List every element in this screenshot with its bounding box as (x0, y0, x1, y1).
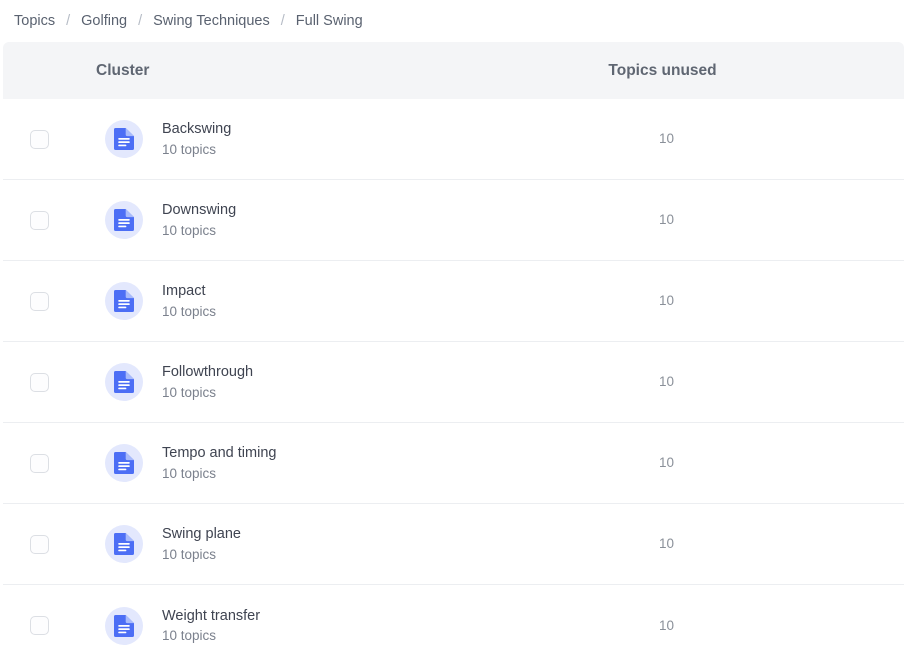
document-icon (105, 444, 143, 482)
cluster-name: Followthrough (162, 364, 254, 381)
breadcrumb-separator: / (138, 12, 143, 29)
row-topics-unused-cell: 10 (656, 373, 904, 391)
table-row[interactable]: Swing plane 10 topics 10 (3, 504, 904, 585)
row-name-cell: Tempo and timing 10 topics (148, 443, 656, 483)
cluster-topic-count: 10 topics (162, 141, 217, 157)
row-checkbox[interactable] (30, 534, 49, 554)
breadcrumb: Topics / Golfing / Swing Techniques / Fu… (0, 0, 907, 42)
topics-unused-value: 10 (659, 617, 675, 633)
breadcrumb-item-full-swing[interactable]: Full Swing (296, 14, 363, 29)
row-checkbox[interactable] (30, 616, 49, 635)
row-icon-cell (100, 201, 148, 239)
document-icon (105, 606, 143, 645)
row-select-cell (3, 210, 100, 230)
topics-unused-value: 10 (659, 131, 675, 146)
row-icon-cell (100, 282, 148, 320)
topics-unused-value: 10 (659, 455, 675, 470)
row-select-cell (3, 453, 100, 473)
row-select-cell (3, 372, 100, 392)
table-row[interactable]: Backswing 10 topics 10 (3, 99, 904, 180)
row-checkbox[interactable] (30, 453, 49, 473)
row-checkbox[interactable] (30, 129, 49, 149)
row-select-cell (3, 129, 100, 149)
row-checkbox[interactable] (30, 210, 49, 230)
cluster-topic-count: 10 topics (162, 222, 217, 238)
breadcrumb-item-topics[interactable]: Topics (14, 14, 55, 29)
row-icon-cell (100, 120, 148, 158)
document-icon (105, 120, 143, 158)
row-icon-cell (100, 525, 148, 563)
row-topics-unused-cell: 10 (656, 535, 904, 553)
row-checkbox[interactable] (30, 291, 49, 311)
row-name-cell: Followthrough 10 topics (148, 362, 656, 402)
row-icon-cell (100, 444, 148, 482)
breadcrumb-item-golfing[interactable]: Golfing (81, 14, 127, 29)
document-icon (105, 282, 143, 320)
row-icon-cell (100, 606, 148, 645)
row-topics-unused-cell: 10 (656, 211, 904, 229)
row-name-cell: Backswing 10 topics (148, 119, 656, 159)
breadcrumb-separator: / (66, 12, 71, 29)
table-row[interactable]: Tempo and timing 10 topics 10 (3, 423, 904, 504)
breadcrumb-item-swing-techniques[interactable]: Swing Techniques (153, 14, 270, 29)
cluster-topic-count: 10 topics (162, 628, 217, 644)
cluster-topic-count: 10 topics (162, 303, 217, 319)
row-select-cell (3, 291, 100, 311)
cluster-name: Tempo and timing (162, 445, 277, 462)
document-icon (105, 525, 143, 563)
clusters-table: Cluster Topics unused Backswing 10 topic… (3, 42, 904, 666)
table-row[interactable]: Weight transfer 10 topics 10 (3, 585, 904, 666)
topics-unused-value: 10 (659, 536, 675, 551)
column-header-topics-unused[interactable]: Topics unused (608, 63, 716, 79)
table-body: Backswing 10 topics 10 Downswing 10 topi… (3, 99, 904, 666)
cluster-name: Swing plane (162, 526, 241, 543)
topics-unused-value: 10 (659, 293, 675, 308)
table-row[interactable]: Downswing 10 topics 10 (3, 180, 904, 261)
cluster-name: Weight transfer (162, 607, 261, 624)
row-name-cell: Impact 10 topics (148, 281, 656, 321)
table-row[interactable]: Impact 10 topics 10 (3, 261, 904, 342)
table-header-row: Cluster Topics unused (3, 42, 904, 99)
row-name-cell: Weight transfer 10 topics (148, 606, 656, 646)
topics-unused-value: 10 (659, 212, 675, 227)
cluster-name: Downswing (162, 202, 237, 219)
cluster-topic-count: 10 topics (162, 384, 217, 400)
row-checkbox[interactable] (30, 372, 49, 392)
row-icon-cell (100, 363, 148, 401)
document-icon (105, 363, 143, 401)
row-topics-unused-cell: 10 (656, 292, 904, 310)
column-header-cluster[interactable]: Cluster (96, 63, 149, 79)
cluster-topic-count: 10 topics (162, 465, 217, 481)
table-row[interactable]: Followthrough 10 topics 10 (3, 342, 904, 423)
row-topics-unused-cell: 10 (656, 454, 904, 472)
topics-unused-value: 10 (659, 374, 675, 389)
cluster-name: Impact (162, 283, 206, 300)
cluster-name: Backswing (162, 121, 232, 138)
document-icon (105, 201, 143, 239)
row-select-cell (3, 534, 100, 554)
cluster-topic-count: 10 topics (162, 546, 217, 562)
breadcrumb-separator: / (280, 12, 285, 29)
row-name-cell: Downswing 10 topics (148, 200, 656, 240)
row-select-cell (3, 616, 100, 635)
row-name-cell: Swing plane 10 topics (148, 524, 656, 564)
row-topics-unused-cell: 10 (656, 130, 904, 148)
row-topics-unused-cell: 10 (656, 617, 904, 635)
